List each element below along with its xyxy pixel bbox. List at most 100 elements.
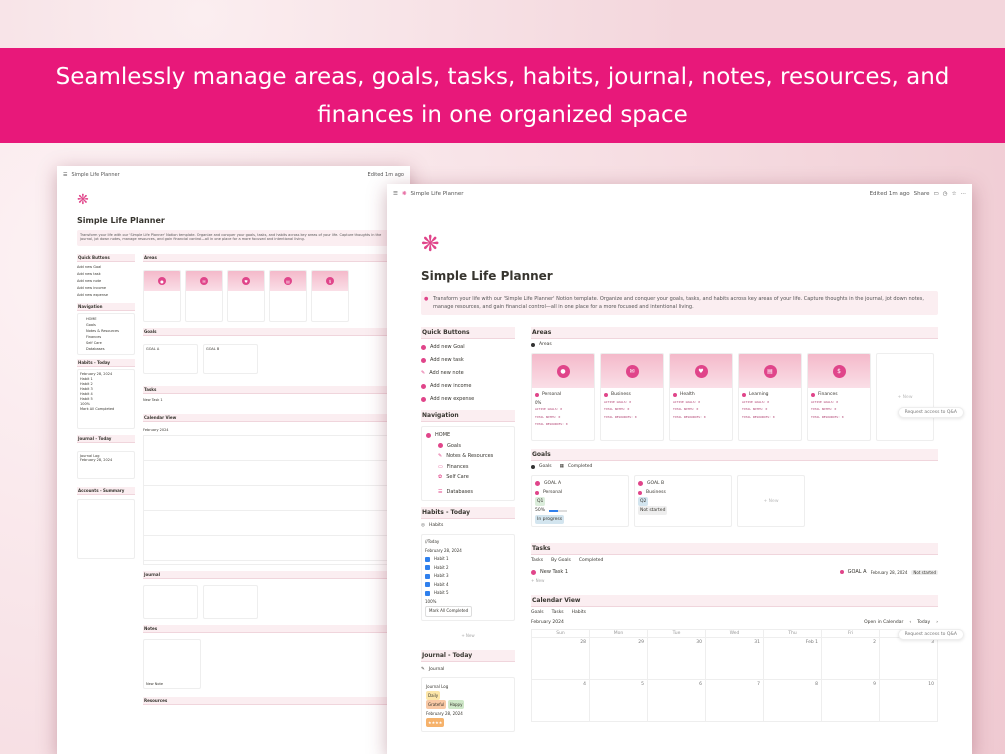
checkbox-checked-icon[interactable] <box>425 582 430 588</box>
expense-icon <box>421 397 426 402</box>
area-card-learning[interactable]: ▤ <box>269 270 307 322</box>
area-card-health[interactable]: ♥ <box>227 270 265 322</box>
clock-icon[interactable]: ◷ <box>943 191 948 197</box>
tasks-new-button[interactable]: + New <box>531 578 938 583</box>
add-expense-button[interactable]: Add new expense <box>77 292 135 299</box>
areas-new-button[interactable]: + New <box>876 353 934 441</box>
calendar-day-cell[interactable]: 29 <box>590 638 648 680</box>
nav-finances[interactable]: ▭ Finances <box>426 462 510 473</box>
calendar-day-cell[interactable]: 5 <box>590 680 648 722</box>
tab-cal-habits[interactable]: Habits <box>572 610 586 615</box>
journal-card-1[interactable] <box>143 585 198 619</box>
habit-4[interactable]: Habit 4 <box>425 581 511 590</box>
add-task-button[interactable]: Add new task <box>77 271 135 278</box>
calendar-day-cell[interactable]: 6 <box>648 680 706 722</box>
add-income-button[interactable]: Add new income <box>421 380 515 393</box>
next-icon[interactable]: › <box>936 620 938 625</box>
checkbox-checked-icon[interactable] <box>425 565 430 571</box>
calendar-day-cell[interactable]: 30 <box>648 638 706 680</box>
calendar-day-cell[interactable]: 7 <box>706 680 764 722</box>
qa-request-button[interactable]: Request access to Q&A <box>897 407 964 418</box>
habits-view-tab[interactable]: ◎ Habits <box>421 523 515 528</box>
mark-all-completed-button[interactable]: Mark All Completed <box>425 606 473 617</box>
calendar-day-cell[interactable]: 8 <box>764 680 822 722</box>
nav-self-care[interactable]: ✿ Self Care <box>426 472 510 483</box>
tab-tasks-completed[interactable]: Completed <box>579 558 604 563</box>
add-goal-button[interactable]: Add new Goal <box>77 264 135 271</box>
add-expense-button[interactable]: Add new expense <box>421 393 515 406</box>
nav-databases[interactable]: Databases <box>86 346 126 352</box>
goal-card-b[interactable]: GOAL B <box>203 344 258 374</box>
area-card-personal[interactable]: ● Personal 0% ACTIVE GOALS: 0 TOTAL NOTES: 0… <box>531 353 595 441</box>
checkbox-checked-icon[interactable] <box>425 590 430 596</box>
area-card-business[interactable]: ✉ <box>185 270 223 322</box>
area-card-learning[interactable]: ▤ Learning ACTIVE GOALS: 0 TOTAL NOTES: 0 TO… <box>738 353 802 441</box>
goals-new-button[interactable]: + New <box>737 475 805 527</box>
calendar-day-cell[interactable]: 28 <box>532 638 590 680</box>
area-card-personal[interactable]: ● <box>143 270 181 322</box>
breadcrumb[interactable]: Simple Life Planner <box>411 191 464 197</box>
task-check-icon[interactable] <box>531 569 536 575</box>
goal-card-b[interactable]: GOAL B Business Q2 Not started <box>634 475 732 527</box>
qa-request-button-2[interactable]: Request access to Q&A <box>897 629 964 640</box>
habit-3[interactable]: Habit 3 <box>425 572 511 581</box>
open-in-calendar-button[interactable]: Open in Calendar <box>864 620 903 625</box>
checkbox-checked-icon[interactable] <box>425 573 430 579</box>
add-income-button[interactable]: Add new income <box>77 285 135 292</box>
goal-card-a[interactable]: GOAL A Personal Q1 50% In progress <box>531 475 629 527</box>
journal-section-heading: Journal <box>143 571 390 579</box>
goal-card-a[interactable]: GOAL A <box>143 344 198 374</box>
menu-icon[interactable]: ☰ <box>63 172 67 178</box>
calendar-day-cell[interactable]: 3 <box>880 638 938 680</box>
checkbox-checked-icon[interactable] <box>425 556 430 562</box>
menu-icon[interactable]: ☰ <box>393 191 398 197</box>
task-row[interactable]: New Task 1 GOAL A February 28, 2024 Not … <box>531 569 938 575</box>
more-icon[interactable]: ⋯ <box>961 191 967 197</box>
tab-cal-goals[interactable]: Goals <box>531 610 544 615</box>
calendar-day-cell[interactable]: 10 <box>880 680 938 722</box>
mark-all-completed-button[interactable]: Mark All Completed <box>80 407 132 412</box>
calendar-day-cell[interactable]: Feb 1 <box>764 638 822 680</box>
journal-card-2[interactable] <box>203 585 258 619</box>
calendar-day-cell[interactable]: 4 <box>532 680 590 722</box>
add-goal-button[interactable]: Add new Goal <box>421 341 515 354</box>
calendar-day-cell[interactable]: 2 <box>822 638 880 680</box>
tab-completed[interactable]: ▦ Completed <box>560 464 593 469</box>
area-card-health[interactable]: ♥ Health ACTIVE GOALS: 0 TOTAL NOTES: 0 TOTA… <box>669 353 733 441</box>
today-button[interactable]: Today <box>917 620 930 625</box>
calendar-day-cell[interactable]: 31 <box>706 638 764 680</box>
area-active-goals: ACTIVE GOALS: 0 <box>604 399 632 404</box>
breadcrumb[interactable]: Simple Life Planner <box>71 172 119 178</box>
note-card[interactable]: New Note <box>143 639 201 689</box>
nav-home[interactable]: HOME <box>426 430 510 441</box>
area-total-notes: TOTAL NOTES: 0 <box>811 407 837 411</box>
area-card-business[interactable]: ✉ Business ACTIVE GOALS: 0 TOTAL NOTES: 0 TO… <box>600 353 664 441</box>
habits-new-button[interactable]: + New <box>421 633 515 638</box>
calendar-day-cell[interactable]: 9 <box>822 680 880 722</box>
habit-1[interactable]: Habit 1 <box>425 555 511 564</box>
prev-icon[interactable]: ‹ <box>909 620 911 625</box>
habit-5[interactable]: Habit 5 <box>425 589 511 598</box>
journal-entry[interactable]: Journal Log <box>426 682 510 691</box>
area-card-finances[interactable]: $ Finances ACTIVE GOALS: 0 TOTAL NOTES: 0 TO… <box>807 353 871 441</box>
area-card-finances[interactable]: $ <box>311 270 349 322</box>
journal-view-tab[interactable]: ✎ Journal <box>421 667 515 672</box>
add-note-button[interactable]: ✎ Add new note <box>421 367 515 380</box>
home-icon <box>426 432 431 438</box>
habit-2[interactable]: Habit 2 <box>425 564 511 573</box>
share-button[interactable]: Share <box>914 191 930 197</box>
tab-cal-tasks[interactable]: Tasks <box>552 610 564 615</box>
nav-goals[interactable]: Goals <box>426 441 510 452</box>
add-task-button[interactable]: Add new task <box>421 354 515 367</box>
nav-notes[interactable]: ✎ Notes & Resources <box>426 451 510 462</box>
area-dot-icon <box>811 392 815 397</box>
tab-tasks[interactable]: Tasks <box>531 558 543 563</box>
add-note-button[interactable]: Add new note <box>77 278 135 285</box>
areas-view-tab[interactable]: Areas <box>531 342 938 347</box>
task-row[interactable]: New Task 1 <box>143 398 390 402</box>
comment-icon[interactable]: ▭ <box>934 191 939 197</box>
nav-databases[interactable]: ☰ Databases <box>426 487 510 498</box>
tab-by-goals[interactable]: By Goals <box>551 558 571 563</box>
star-icon[interactable]: ☆ <box>952 191 957 197</box>
tab-goals[interactable]: Goals <box>531 464 552 469</box>
